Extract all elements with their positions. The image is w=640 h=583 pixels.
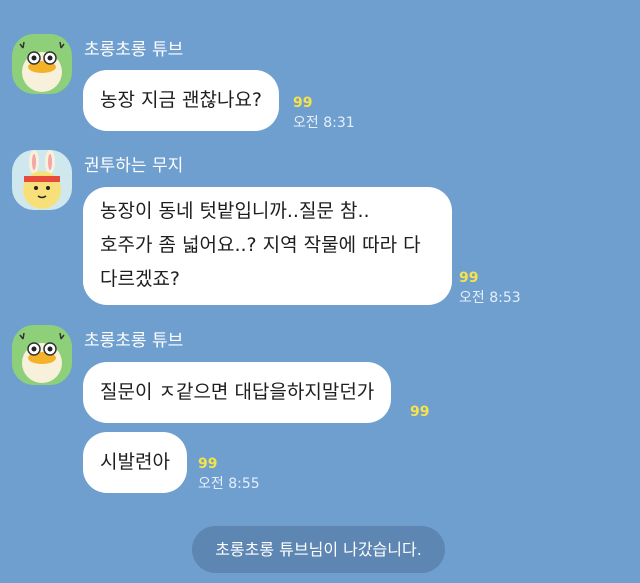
message-bubble[interactable]: 농장이 동네 텃밭입니까..질문 참.. 호주가 좀 넓어요..? 지역 작물에… (83, 187, 452, 305)
message-text: 다르겠죠? (100, 268, 181, 290)
message-text: 시발련아 (100, 451, 170, 473)
system-notice: 초롱초롱 튜브님이 나갔습니다. (192, 526, 445, 573)
unread-count: 99 (459, 270, 479, 286)
unread-count: 99 (198, 456, 218, 472)
message-time: 오전 8:31 (293, 115, 355, 131)
unread-count: 99 (410, 404, 430, 420)
tube-avatar-icon[interactable] (12, 325, 72, 385)
message-bubble[interactable]: 시발련아 (83, 432, 187, 493)
muzi-avatar-icon[interactable] (12, 150, 72, 210)
message-text: 질문이 ㅈ같으면 대답을하지말던가 (100, 381, 375, 403)
message-time: 오전 8:53 (459, 290, 521, 306)
message-time: 오전 8:55 (198, 476, 260, 492)
sender-name: 초롱초롱 튜브 (84, 331, 184, 351)
message-bubble[interactable]: 질문이 ㅈ같으면 대답을하지말던가 (83, 362, 392, 423)
unread-count: 99 (293, 95, 313, 111)
message-text: 농장이 동네 텃밭입니까..질문 참.. (100, 200, 370, 222)
message-bubble[interactable]: 농장 지금 괜찮나요? (83, 70, 280, 131)
sender-name: 초롱초롱 튜브 (84, 40, 184, 60)
sender-name: 권투하는 무지 (84, 156, 184, 176)
tube-avatar-icon[interactable] (12, 34, 72, 94)
message-text: 호주가 좀 넓어요..? 지역 작물에 따라 다 (100, 234, 421, 256)
message-text: 농장 지금 괜찮나요? (100, 89, 263, 111)
